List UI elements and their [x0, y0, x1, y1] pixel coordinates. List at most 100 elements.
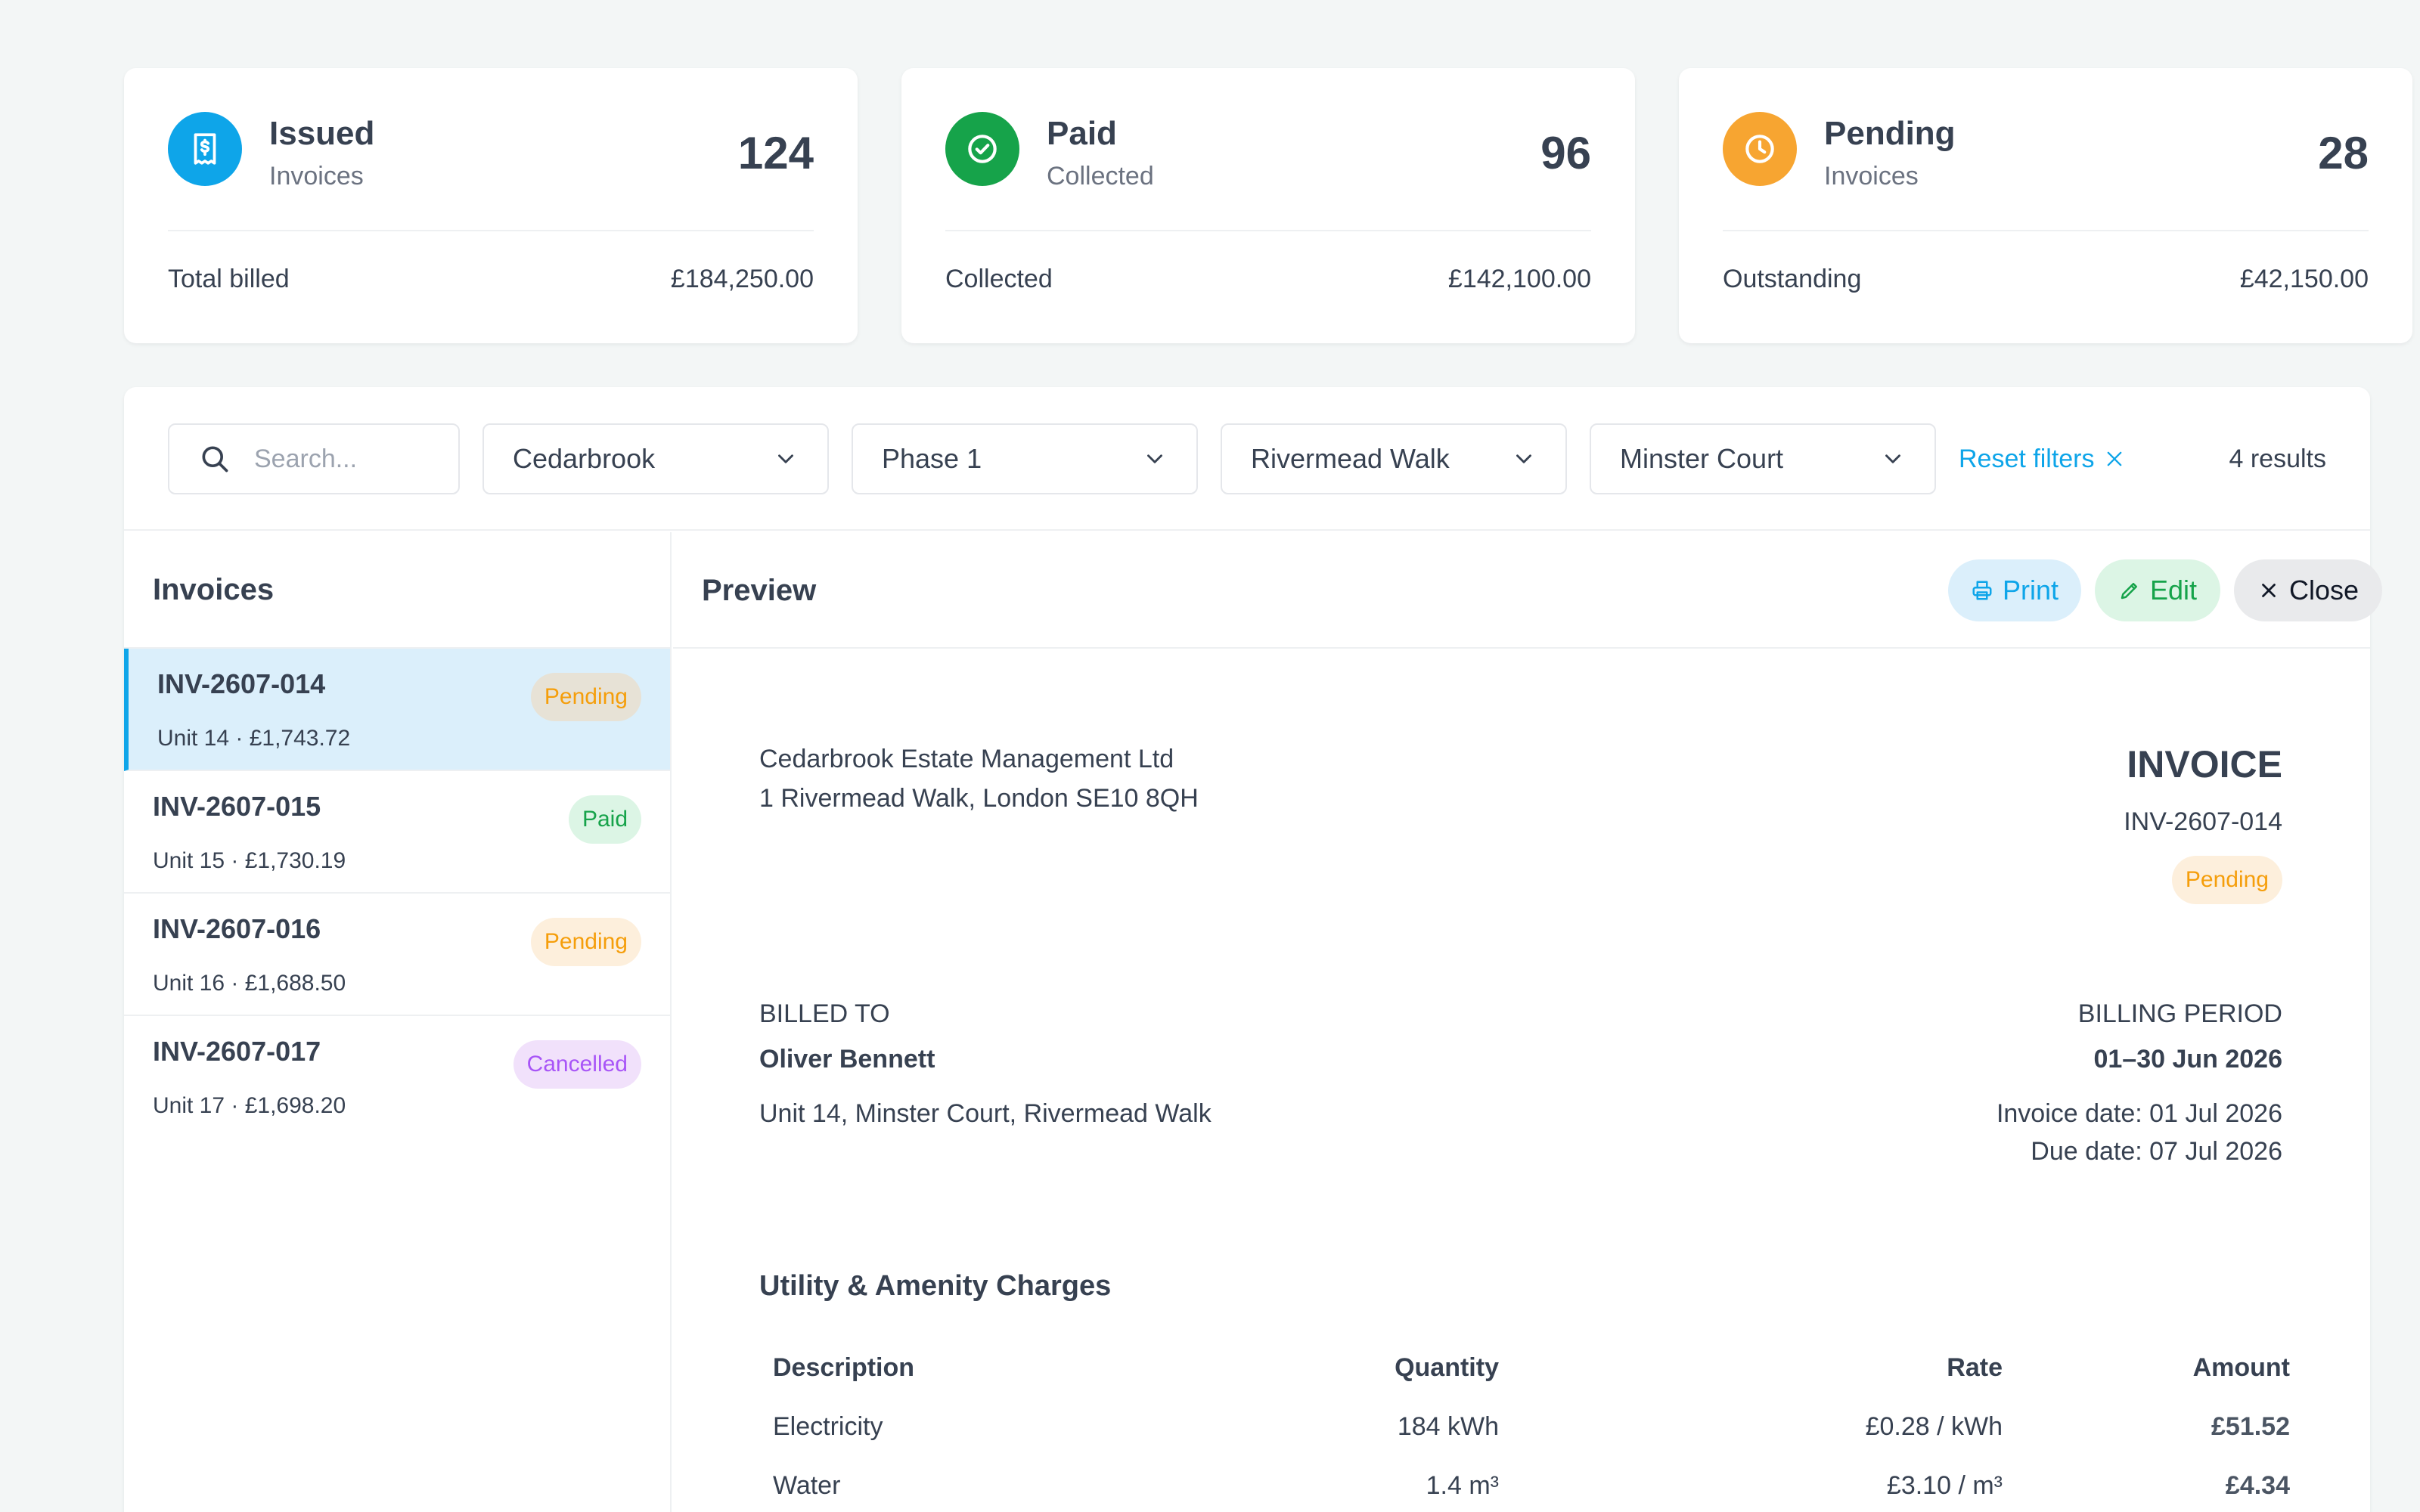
stat-count: 96	[1540, 128, 1591, 178]
invoice-document: Cedarbrook Estate Management Ltd 1 River…	[673, 650, 2370, 1512]
column-header-amount: Amount	[2192, 1353, 2290, 1382]
building-select[interactable]: Minster Court	[1590, 423, 1936, 494]
stat-subtitle: Collected	[1047, 162, 1154, 191]
stat-subtitle: Invoices	[1824, 162, 1919, 191]
search-box[interactable]	[168, 423, 460, 494]
results-count: 4 results	[2229, 444, 2327, 473]
charge-quantity: 184 kWh	[1397, 1412, 1499, 1441]
charges-title: Utility & Amenity Charges	[759, 1270, 1112, 1302]
invoice-list-title: Invoices	[124, 532, 670, 649]
preview-pane: Preview Print Edit Close Cedarbrook Esta	[673, 532, 2382, 1512]
stat-foot-label: Outstanding	[1723, 265, 1862, 293]
close-icon	[2262, 584, 2276, 597]
chevron-down-icon	[1516, 454, 1531, 463]
street-select-value: Rivermead Walk	[1251, 443, 1450, 474]
status-badge: Pending	[530, 918, 641, 966]
reset-filters-label: Reset filters	[1959, 444, 2095, 473]
stat-card-paid[interactable]: Paid Collected 96 Collected £142,100.00	[901, 68, 1635, 343]
stat-title: Paid	[1047, 115, 1117, 152]
status-badge: Pending	[2171, 856, 2282, 904]
list-item[interactable]: INV-2607-014 Unit 14 · £1,743.72 Pending	[124, 649, 670, 771]
invoice-number: INV-2607-017	[153, 1036, 321, 1067]
company-address: 1 Rivermead Walk, London SE10 8QH	[759, 784, 1199, 813]
stat-foot-value: £184,250.00	[670, 265, 814, 293]
receipt-icon	[168, 112, 242, 186]
chevron-down-icon	[1147, 454, 1162, 463]
print-label: Print	[2002, 575, 2059, 606]
invoice-number: INV-2607-016	[153, 913, 321, 944]
billing-period-value: 01–30 Jun 2026	[2093, 1045, 2282, 1074]
charge-quantity: 1.4 m³	[1426, 1471, 1499, 1500]
stat-title: Issued	[269, 115, 375, 152]
stat-count: 124	[737, 128, 814, 178]
table-row: Water 1.4 m³ £3.10 / m³ £4.34	[759, 1458, 2304, 1512]
clock-icon	[1723, 112, 1797, 186]
divider	[168, 230, 814, 231]
printer-icon	[1972, 581, 1992, 600]
status-badge: Cancelled	[513, 1040, 641, 1089]
stat-foot-value: £142,100.00	[1447, 265, 1591, 293]
list-item[interactable]: INV-2607-016 Unit 16 · £1,688.50 Pending	[124, 894, 670, 1016]
stat-card-issued[interactable]: Issued Invoices 124 Total billed £184,25…	[124, 68, 858, 343]
column-header-quantity: Quantity	[1395, 1353, 1499, 1382]
charge-description: Electricity	[773, 1412, 883, 1441]
column-header-description: Description	[773, 1353, 915, 1382]
print-button[interactable]: Print	[1948, 559, 2081, 621]
chevron-down-icon	[778, 454, 793, 463]
building-select-value: Minster Court	[1620, 443, 1784, 474]
search-icon	[202, 446, 228, 472]
billing-period-label: BILLING PERIOD	[2077, 999, 2282, 1028]
phase-select-value: Phase 1	[882, 443, 982, 474]
invoice-number: INV-2607-015	[153, 791, 321, 822]
preview-title: Preview	[702, 573, 817, 607]
table-header-row: Description Quantity Rate Amount	[759, 1340, 2304, 1399]
close-icon	[2107, 451, 2121, 466]
stat-count: 28	[2318, 128, 2369, 178]
invoices-panel: Cedarbrook Phase 1 Rivermead Walk Minste…	[124, 387, 2382, 1512]
preview-header: Preview Print Edit Close	[673, 532, 2382, 649]
stat-foot-value: £42,150.00	[2239, 265, 2369, 293]
street-select[interactable]: Rivermead Walk	[1221, 423, 1567, 494]
edit-button[interactable]: Edit	[2095, 559, 2220, 621]
billed-to-name: Oliver Bennett	[759, 1045, 935, 1074]
charge-amount: £4.34	[2225, 1471, 2290, 1500]
company-name: Cedarbrook Estate Management Ltd	[759, 745, 1174, 773]
divider	[1723, 230, 2369, 231]
charge-amount: £51.52	[2211, 1412, 2290, 1441]
billed-to-address: Unit 14, Minster Court, Rivermead Walk	[759, 1099, 1212, 1128]
divider	[945, 230, 1591, 231]
due-date: Due date: 07 Jul 2026	[2031, 1137, 2282, 1166]
search-input[interactable]	[254, 444, 420, 474]
reset-filters-link[interactable]: Reset filters	[1959, 423, 2125, 494]
list-item[interactable]: INV-2607-017 Unit 17 · £1,698.20 Cancell…	[124, 1016, 670, 1139]
stats-row: Issued Invoices 124 Total billed £184,25…	[124, 68, 2412, 343]
invoice-number: INV-2607-014	[2124, 807, 2282, 836]
stat-foot-label: Total billed	[168, 265, 290, 293]
stat-subtitle: Invoices	[269, 162, 364, 191]
charge-rate: £3.10 / m³	[1886, 1471, 2003, 1500]
invoice-number: INV-2607-014	[157, 668, 326, 699]
edit-label: Edit	[2149, 575, 2198, 606]
close-button[interactable]: Close	[2234, 559, 2382, 621]
column-header-rate: Rate	[1947, 1353, 2003, 1382]
invoice-list: Invoices INV-2607-014 Unit 14 · £1,743.7…	[124, 532, 672, 1512]
estate-select-value: Cedarbrook	[513, 443, 656, 474]
filter-bar: Cedarbrook Phase 1 Rivermead Walk Minste…	[124, 387, 2370, 531]
invoice-heading: INVOICE	[2127, 743, 2282, 785]
charge-rate: £0.28 / kWh	[1865, 1412, 2003, 1441]
chevron-down-icon	[1885, 454, 1900, 463]
invoice-meta: Unit 16 · £1,688.50	[153, 971, 346, 996]
invoice-meta: Unit 15 · £1,730.19	[153, 848, 346, 873]
company-block: Cedarbrook Estate Management Ltd 1 River…	[759, 739, 1199, 818]
stat-foot-label: Collected	[945, 265, 1053, 293]
estate-select[interactable]: Cedarbrook	[482, 423, 829, 494]
charge-description: Water	[773, 1471, 841, 1500]
list-item[interactable]: INV-2607-015 Unit 15 · £1,730.19 Paid	[124, 771, 670, 894]
invoice-meta: Unit 14 · £1,743.72	[157, 726, 351, 751]
phase-select[interactable]: Phase 1	[852, 423, 1198, 494]
status-badge: Pending	[530, 673, 641, 721]
stat-title: Pending	[1824, 115, 1956, 152]
check-circle-icon	[945, 112, 1019, 186]
table-row: Electricity 184 kWh £0.28 / kWh £51.52	[759, 1399, 2304, 1458]
stat-card-pending[interactable]: Pending Invoices 28 Outstanding £42,150.…	[1679, 68, 2412, 343]
